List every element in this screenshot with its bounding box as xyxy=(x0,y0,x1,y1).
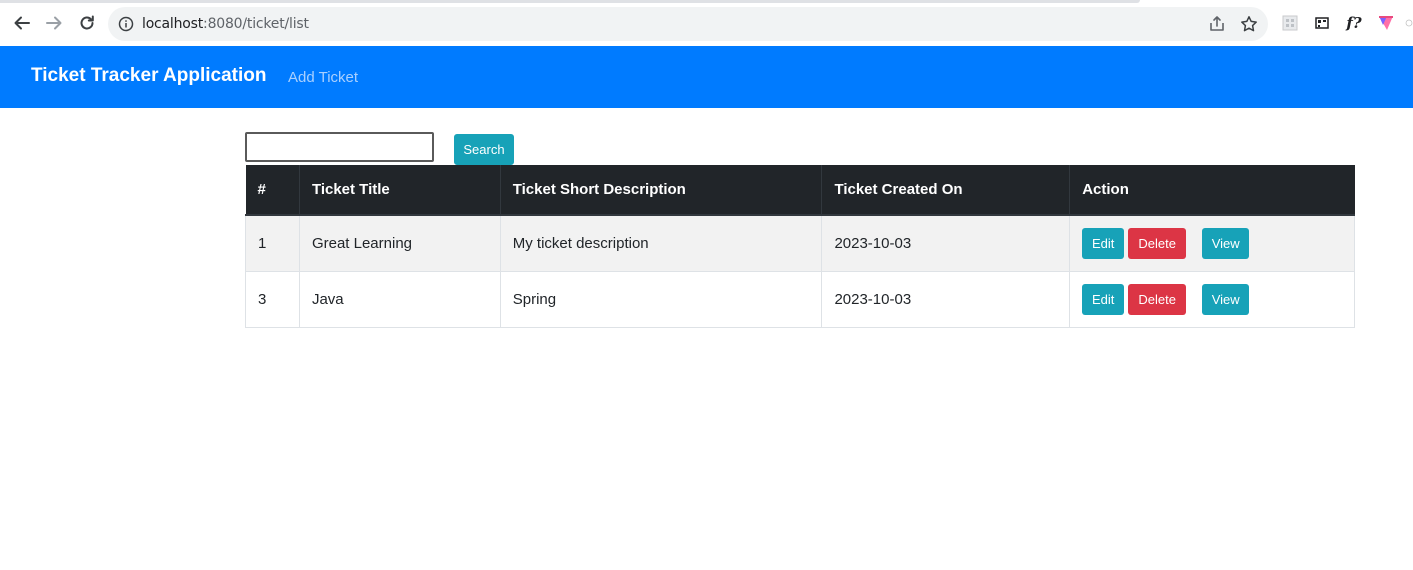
url-host: localhost xyxy=(142,16,204,32)
site-info-icon[interactable] xyxy=(118,16,134,32)
search-button[interactable]: Search xyxy=(454,134,514,165)
url-text[interactable]: localhost:8080/ticket/list xyxy=(142,16,309,32)
table-row: 3 Java Spring 2023-10-03 Edit Delete View xyxy=(245,270,1355,328)
ticket-description: Spring xyxy=(499,270,823,328)
address-bar[interactable]: localhost:8080/ticket/list xyxy=(108,7,1268,41)
browser-toolbar: localhost:8080/ticket/list f? xyxy=(0,0,1413,46)
bookmark-star-icon[interactable] xyxy=(1240,15,1258,33)
delete-button[interactable]: Delete xyxy=(1128,283,1187,315)
ticket-actions: Edit Delete View xyxy=(1069,270,1355,328)
ticket-title: Java xyxy=(298,270,501,328)
column-header-action: Action xyxy=(1069,165,1355,216)
tab-strip-edge xyxy=(0,0,1140,3)
extension-qr-icon[interactable] xyxy=(1313,14,1331,32)
ticket-title: Great Learning xyxy=(298,214,501,272)
navbar-brand[interactable]: Ticket Tracker Application xyxy=(31,65,266,87)
tickets-table: # Ticket Title Ticket Short Description … xyxy=(245,165,1355,328)
view-button[interactable]: View xyxy=(1202,283,1250,315)
ticket-created-on: 2023-10-03 xyxy=(821,270,1071,328)
column-header-number: # xyxy=(245,165,300,216)
edit-button[interactable]: Edit xyxy=(1082,227,1125,259)
view-button[interactable]: View xyxy=(1202,227,1250,259)
ticket-id: 3 xyxy=(245,270,300,328)
ticket-actions: Edit Delete View xyxy=(1069,214,1355,272)
url-path: :8080/ticket/list xyxy=(203,16,309,32)
extension-partial-icon[interactable] xyxy=(1405,14,1413,32)
extension-function-icon[interactable]: f? xyxy=(1345,14,1363,32)
column-header-created-on: Ticket Created On xyxy=(821,165,1070,216)
extension-grid-icon[interactable] xyxy=(1281,14,1299,32)
delete-button[interactable]: Delete xyxy=(1128,227,1187,259)
back-icon[interactable] xyxy=(12,13,32,33)
ticket-created-on: 2023-10-03 xyxy=(821,214,1071,272)
ticket-id: 1 xyxy=(245,214,300,272)
table-header-row: # Ticket Title Ticket Short Description … xyxy=(245,165,1355,216)
column-header-description: Ticket Short Description xyxy=(499,165,822,216)
forward-icon[interactable] xyxy=(44,13,64,33)
table-row: 1 Great Learning My ticket description 2… xyxy=(245,214,1355,272)
extension-bookmark-icon[interactable] xyxy=(1377,14,1395,32)
search-input[interactable] xyxy=(245,132,434,162)
column-header-title: Ticket Title xyxy=(298,165,501,216)
ticket-description: My ticket description xyxy=(499,214,823,272)
share-icon[interactable] xyxy=(1208,15,1226,33)
add-ticket-link[interactable]: Add Ticket xyxy=(288,69,358,86)
reload-icon[interactable] xyxy=(77,13,97,33)
edit-button[interactable]: Edit xyxy=(1082,283,1125,315)
navbar: Ticket Tracker Application Add Ticket xyxy=(0,46,1413,108)
